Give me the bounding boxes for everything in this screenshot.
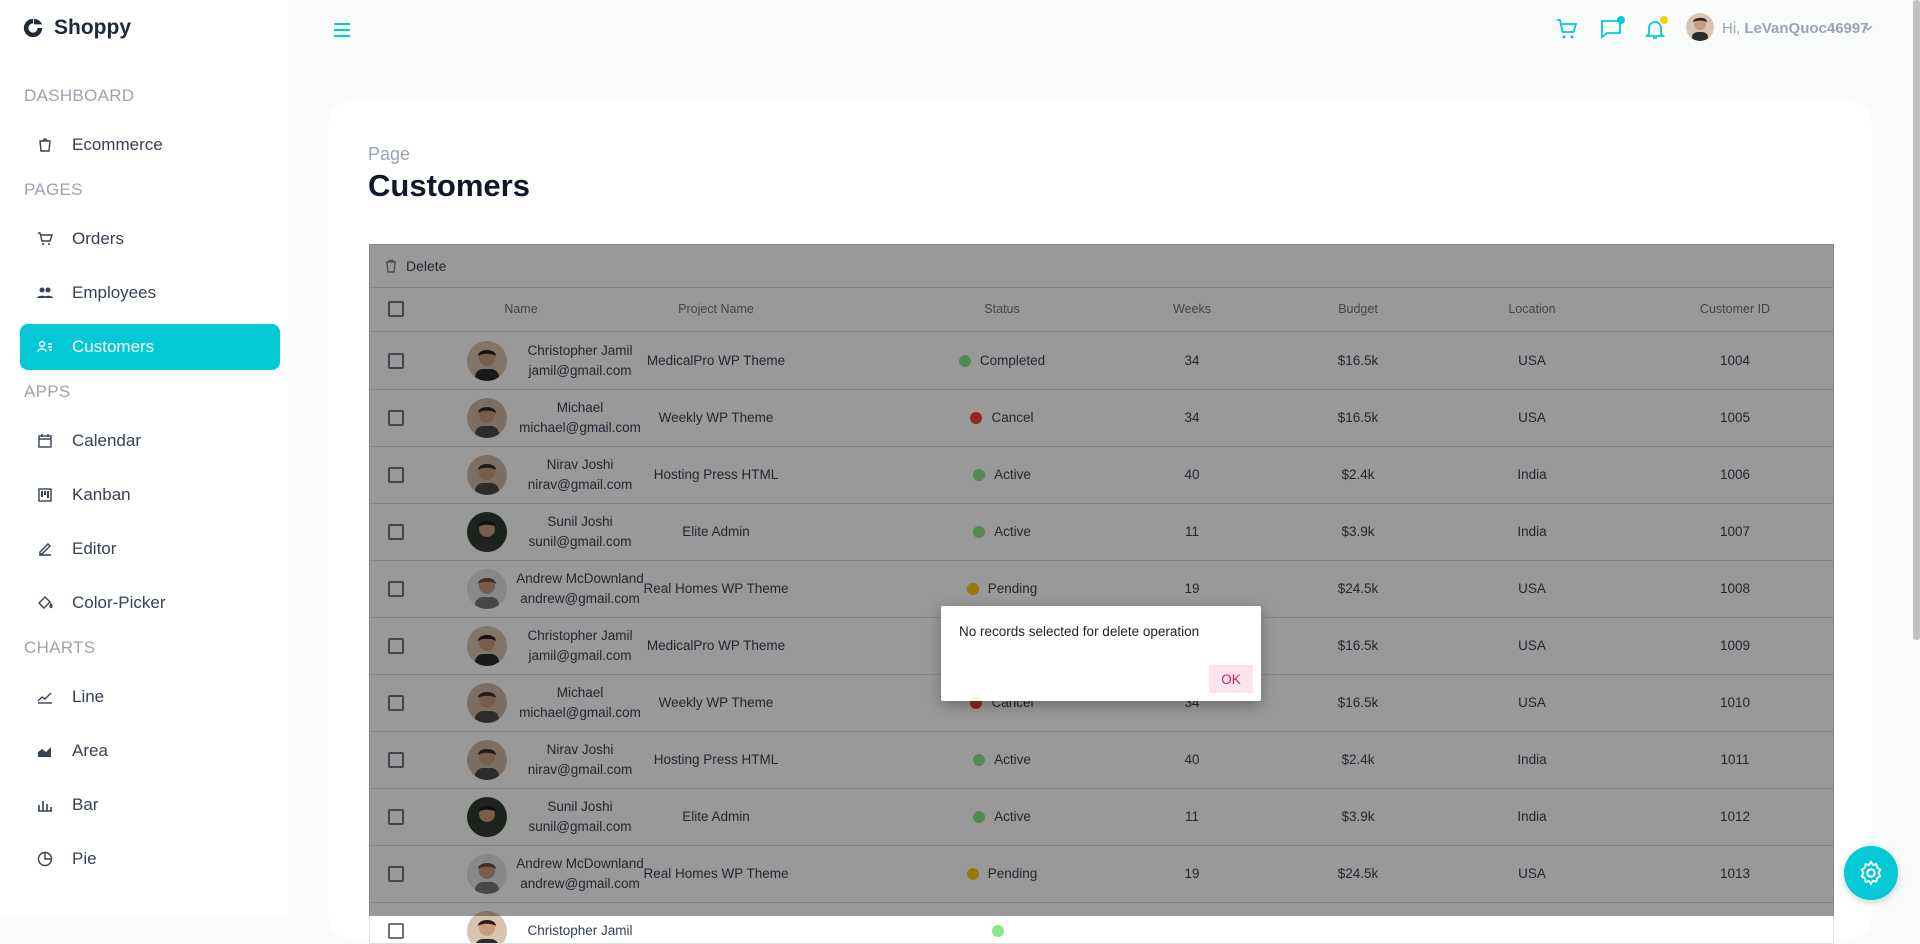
sidebar-item-label: Ecommerce <box>72 135 163 154</box>
sidebar-item-orders[interactable]: Orders <box>20 216 280 262</box>
menu-icon[interactable] <box>332 20 352 40</box>
area-chart-icon <box>38 747 51 757</box>
user-greeting[interactable]: Hi, LeVanQuoc46997 <box>1722 20 1869 37</box>
sidebar-item-area[interactable]: Area <box>20 728 280 774</box>
section-header-charts: CHARTS <box>24 638 96 657</box>
page-title: Customers <box>368 168 530 203</box>
sidebar-item-employees[interactable]: Employees <box>20 270 280 316</box>
sidebar-item-label: Kanban <box>72 485 131 504</box>
sidebar-item-color-picker[interactable]: Color-Picker <box>20 580 280 626</box>
dialog-message: No records selected for delete operation <box>959 624 1200 639</box>
sidebar-item-label: Editor <box>72 539 117 558</box>
sidebar-item-ecommerce[interactable]: Ecommerce <box>20 122 280 168</box>
status-dot <box>991 924 1004 937</box>
page-subtitle: Page <box>368 144 411 164</box>
line-chart-icon <box>37 692 52 704</box>
modal-overlay <box>369 244 1834 916</box>
chevron-down-icon[interactable] <box>1862 22 1874 34</box>
sidebar-item-calendar[interactable]: Calendar <box>20 418 280 464</box>
sidebar-item-label: Bar <box>72 795 99 814</box>
sidebar-item-bar[interactable]: Bar <box>20 782 280 828</box>
cart-icon[interactable] <box>1555 17 1579 41</box>
kanban-icon <box>38 488 52 502</box>
username: LeVanQuoc46997 <box>1744 20 1869 37</box>
alert-dialog: No records selected for delete operation… <box>941 606 1261 701</box>
sidebar-item-editor[interactable]: Editor <box>20 526 280 572</box>
sidebar-item-label: Color-Picker <box>72 593 166 612</box>
section-header-apps: APPS <box>24 382 71 401</box>
sidebar: Shoppy DASHBOARD Ecommerce PAGES Orders Empl… <box>0 0 288 916</box>
sidebar-item-label: Customers <box>72 337 155 356</box>
status-badge <box>991 924 1013 937</box>
shopping-bag-icon <box>39 138 51 152</box>
section-header-pages: PAGES <box>24 180 83 199</box>
sidebar-item-label: Area <box>72 741 108 760</box>
ok-button[interactable]: OK <box>1209 665 1253 693</box>
edit-icon <box>39 543 51 556</box>
page-scrollbar[interactable] <box>1913 0 1920 640</box>
sidebar-item-line[interactable]: Line <box>20 674 280 720</box>
cart-icon <box>38 232 53 245</box>
sidebar-item-label: Orders <box>72 229 124 248</box>
customer-name: Christopher Jamil <box>527 922 633 938</box>
sidebar-item-label: Line <box>72 687 105 706</box>
sidebar-item-label: Pie <box>72 849 97 868</box>
bar-chart-icon <box>38 801 52 812</box>
user-avatar[interactable] <box>1686 13 1714 41</box>
settings-button[interactable] <box>1844 846 1898 900</box>
sidebar-item-label: Employees <box>72 283 157 302</box>
section-header-dashboard: DASHBOARD <box>24 86 135 105</box>
gear-icon <box>1860 860 1882 886</box>
shoppy-logo-icon <box>23 18 43 38</box>
bell-notification-dot <box>1660 16 1668 24</box>
people-icon <box>37 287 53 298</box>
sidebar-item-kanban[interactable]: Kanban <box>20 472 280 518</box>
pie-chart-icon <box>37 851 53 867</box>
calendar-icon <box>38 434 52 448</box>
color-picker-icon <box>38 596 53 609</box>
greeting-text: Hi, <box>1722 20 1741 37</box>
brand-name: Shoppy <box>54 16 131 39</box>
brand-logo[interactable]: Shoppy <box>22 16 131 40</box>
sidebar-item-pie[interactable]: Pie <box>20 836 280 882</box>
sidebar-item-customers[interactable]: Customers <box>20 324 280 370</box>
user-list-icon <box>37 340 52 353</box>
sidebar-item-label: Calendar <box>72 431 141 450</box>
chat-notification-dot <box>1617 16 1625 24</box>
